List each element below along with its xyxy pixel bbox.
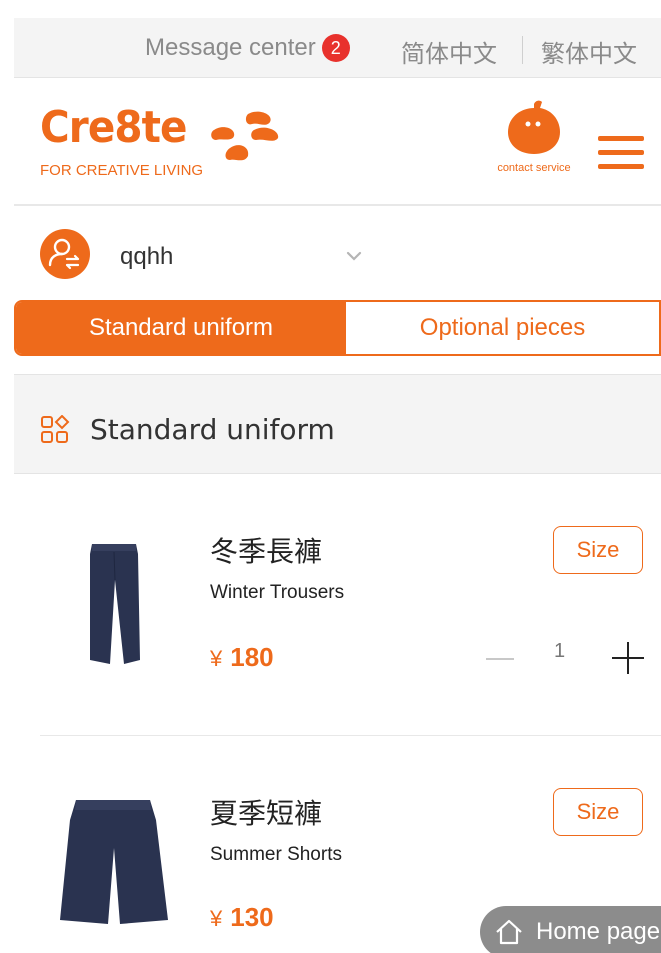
size-button[interactable]: Size: [553, 788, 643, 836]
cre8te-logo-mark: [211, 111, 279, 161]
currency-symbol: ¥: [210, 646, 223, 671]
contact-face-icon: [508, 100, 560, 154]
tab-standard-uniform[interactable]: Standard uniform: [16, 302, 346, 354]
logo-tagline: FOR CREATIVE LIVING: [40, 162, 204, 179]
message-count-badge: 2: [321, 34, 350, 62]
home-icon: [496, 919, 522, 945]
product-image-summer-shorts[interactable]: [54, 792, 172, 928]
product-price: ¥130: [210, 902, 274, 933]
product-name-zh: 夏季短褲: [210, 797, 323, 830]
size-button[interactable]: Size: [553, 526, 643, 574]
message-center-label: Message center: [145, 34, 316, 61]
category-grid-icon: [41, 415, 70, 443]
quantity-increase-button[interactable]: [612, 642, 644, 674]
price-value: 180: [230, 642, 274, 672]
hamburger-menu-icon[interactable]: [598, 136, 644, 170]
product-name-zh: 冬季長褲: [210, 535, 323, 568]
site-header: Cre8te FOR CREATIVE LIVING contact servi…: [14, 78, 661, 206]
top-bar: Message center 2 简体中文 繁体中文: [14, 18, 661, 78]
section-header: Standard uniform: [14, 374, 661, 474]
quantity-value: 1: [554, 640, 566, 662]
quantity-decrease-button[interactable]: [486, 658, 514, 660]
price-value: 130: [230, 902, 274, 932]
user-selector[interactable]: qqhh: [14, 207, 661, 299]
tab-optional-pieces[interactable]: Optional pieces: [346, 302, 659, 354]
lang-divider: [522, 36, 523, 64]
contact-service-button[interactable]: contact service: [488, 100, 580, 180]
currency-symbol: ¥: [210, 906, 223, 931]
product-item: 冬季長褲 Winter Trousers ¥180 Size 1: [40, 474, 661, 736]
message-center-link[interactable]: Message center 2: [145, 34, 350, 62]
logo-text[interactable]: Cre8te: [40, 102, 188, 153]
uniform-tabs: Standard uniform Optional pieces: [14, 300, 661, 356]
user-switch-icon: [40, 229, 90, 279]
lang-simplified-chinese[interactable]: 简体中文: [401, 34, 497, 69]
section-title: Standard uniform: [90, 413, 335, 446]
lang-traditional-chinese[interactable]: 繁体中文: [541, 34, 637, 69]
user-name: qqhh: [120, 243, 174, 270]
product-price: ¥180: [210, 642, 274, 673]
chevron-down-icon[interactable]: [345, 247, 363, 265]
product-name-en: Summer Shorts: [210, 844, 342, 865]
home-page-label: Home page: [536, 918, 661, 945]
product-image-winter-trousers[interactable]: [84, 540, 144, 668]
contact-service-label: contact service: [497, 162, 571, 174]
home-page-button[interactable]: Home page: [480, 906, 661, 953]
product-name-en: Winter Trousers: [210, 582, 345, 603]
